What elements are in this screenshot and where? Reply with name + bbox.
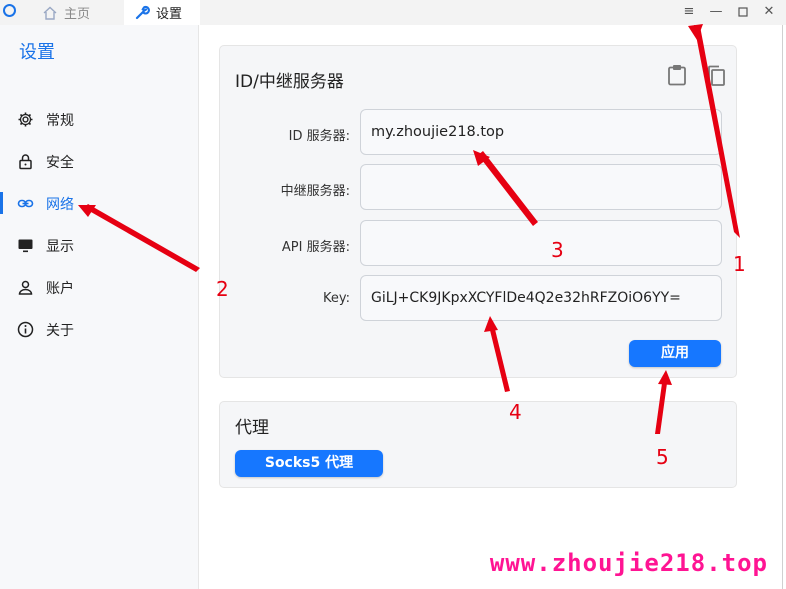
clipboard-paste-icon[interactable] bbox=[667, 64, 687, 90]
window-edge bbox=[782, 25, 786, 589]
id-server-input[interactable]: my.zhoujie218.top bbox=[360, 109, 722, 155]
link-icon bbox=[17, 195, 34, 212]
sidebar-item-label: 常规 bbox=[46, 113, 74, 129]
api-server-input[interactable] bbox=[360, 220, 722, 266]
sidebar-item-display[interactable]: 显示 bbox=[0, 230, 198, 260]
key-input[interactable]: GiLJ+CK9JKpxXCYFlDe4Q2e32hRFZOiO6YY= bbox=[360, 275, 722, 321]
key-label: Key: bbox=[322, 291, 350, 306]
monitor-icon bbox=[17, 237, 34, 254]
sidebar-item-network[interactable]: 网络 bbox=[0, 188, 198, 218]
user-icon bbox=[17, 279, 34, 296]
tab-settings-label: 设置 bbox=[156, 7, 183, 22]
info-icon bbox=[17, 321, 34, 338]
minimize-icon[interactable]: — bbox=[708, 4, 724, 20]
server-card: ID/中继服务器 ID 服务器: my.zhoujie218.top 中继服务器… bbox=[219, 45, 737, 378]
annotation-number-3: 3 bbox=[551, 238, 564, 262]
tab-home-label: 主页 bbox=[64, 7, 91, 22]
sidebar-item-label: 关于 bbox=[46, 323, 74, 339]
annotation-number-4: 4 bbox=[509, 400, 522, 424]
app-logo-icon bbox=[3, 4, 16, 17]
server-card-title: ID/中继服务器 bbox=[235, 72, 344, 92]
lock-icon bbox=[17, 153, 34, 170]
sidebar-item-label: 网络 bbox=[46, 197, 74, 213]
tab-settings[interactable]: 设置 bbox=[124, 0, 200, 25]
sidebar: 设置 常规 安全 网络 显示 账户 关于 bbox=[0, 25, 199, 589]
sidebar-item-general[interactable]: 常规 bbox=[0, 104, 198, 134]
watermark-text: www.zhoujie218.top bbox=[489, 549, 768, 577]
relay-server-input[interactable] bbox=[360, 164, 722, 210]
sidebar-item-label: 账户 bbox=[46, 281, 74, 297]
sidebar-item-security[interactable]: 安全 bbox=[0, 146, 198, 176]
proxy-card-title: 代理 bbox=[235, 418, 269, 438]
close-icon[interactable]: ✕ bbox=[761, 4, 777, 20]
annotation-number-5: 5 bbox=[656, 445, 669, 469]
sidebar-item-label: 安全 bbox=[46, 155, 74, 171]
sidebar-item-about[interactable]: 关于 bbox=[0, 314, 198, 344]
socks5-proxy-button[interactable]: Socks5 代理 bbox=[235, 450, 383, 477]
annotation-number-2: 2 bbox=[216, 277, 229, 301]
tab-home[interactable]: 主页 bbox=[42, 0, 90, 25]
home-icon bbox=[42, 5, 58, 21]
apply-button[interactable]: 应用 bbox=[629, 340, 721, 367]
wrench-icon bbox=[134, 5, 150, 21]
key-value: GiLJ+CK9JKpxXCYFlDe4Q2e32hRFZOiO6YY= bbox=[371, 290, 681, 306]
relay-server-label: 中继服务器: bbox=[280, 184, 350, 199]
sidebar-item-account[interactable]: 账户 bbox=[0, 272, 198, 302]
id-server-label: ID 服务器: bbox=[288, 129, 350, 144]
menu-icon[interactable]: ≡ bbox=[681, 4, 697, 20]
maximize-icon[interactable] bbox=[735, 4, 751, 20]
api-server-label: API 服务器: bbox=[281, 240, 350, 255]
sidebar-item-label: 显示 bbox=[46, 239, 74, 255]
title-bar: 主页 设置 ≡ — ✕ bbox=[0, 0, 786, 25]
annotation-number-1: 1 bbox=[733, 252, 746, 276]
sidebar-title: 设置 bbox=[19, 42, 55, 63]
copy-icon[interactable] bbox=[706, 65, 726, 91]
gear-icon bbox=[17, 111, 34, 128]
